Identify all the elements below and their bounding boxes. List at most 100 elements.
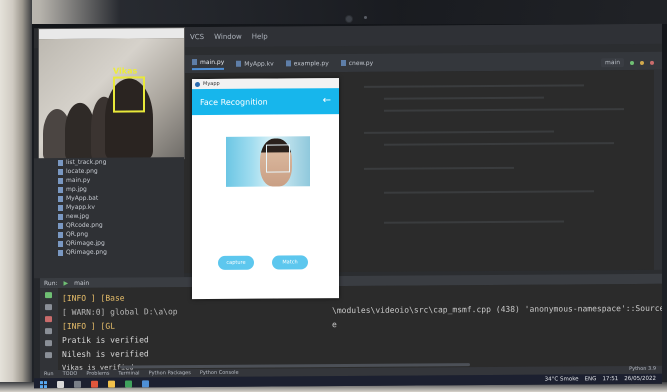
- tab-label: cnew.py: [348, 59, 374, 67]
- image-file-icon: [58, 168, 63, 175]
- tab-main-py[interactable]: main.py: [192, 58, 225, 70]
- file-name: QRimage.jpg: [66, 239, 105, 247]
- code-line: [364, 130, 554, 134]
- run-config-name[interactable]: main: [74, 279, 89, 286]
- capture-button[interactable]: capture: [218, 255, 254, 270]
- toolwindow-python-console[interactable]: Python Console: [200, 370, 239, 376]
- camera-preview-window: Vikas: [38, 27, 185, 161]
- room-background: [0, 0, 32, 392]
- kv-file-icon: [58, 204, 63, 211]
- console-line: [INFO ] [GL: [62, 321, 115, 331]
- file-name: new.jpg: [66, 212, 90, 220]
- file-name: QRimage.png: [66, 248, 107, 256]
- face-detection-box: [113, 76, 145, 113]
- file-name: mp.jpg: [66, 185, 87, 193]
- debug-icon[interactable]: [640, 60, 644, 65]
- task-view-icon[interactable]: [74, 380, 81, 388]
- trash-icon[interactable]: [45, 352, 52, 359]
- weather-widget[interactable]: 34°C Smoke: [545, 376, 579, 382]
- run-config-selector[interactable]: main: [601, 58, 624, 68]
- kv-file-icon: [236, 60, 242, 67]
- console-line: Pratik is verified: [62, 335, 149, 345]
- bezel-glare: [0, 0, 667, 24]
- menu-item-window[interactable]: Window: [214, 33, 242, 41]
- page-title: Face Recognition: [200, 97, 268, 107]
- code-line: [384, 142, 614, 146]
- code-line: [384, 96, 544, 100]
- tab-label: main.py: [200, 58, 225, 66]
- app-icon[interactable]: [142, 379, 149, 387]
- camera-feed: Vikas: [39, 38, 184, 160]
- code-line: [384, 108, 624, 112]
- wrench-icon[interactable]: [45, 304, 52, 311]
- run-icon[interactable]: [630, 60, 634, 65]
- python-interpreter-status[interactable]: Python 3.9: [629, 366, 656, 372]
- scroll-end-icon[interactable]: [45, 328, 52, 335]
- python-file-icon: [340, 60, 346, 67]
- project-panel: list_track.png locate.png main.py mp.jpg…: [34, 157, 184, 279]
- tab-example-py[interactable]: example.py: [285, 59, 329, 67]
- file-name: QR.png: [66, 230, 89, 238]
- pycharm-icon[interactable]: [125, 380, 132, 388]
- console-line: [ WARN:0] global D:\a\op: [62, 307, 178, 317]
- code-line: [364, 84, 584, 88]
- detected-face-label: Vikas: [113, 66, 138, 76]
- clock-date[interactable]: 26/05/2022: [624, 376, 656, 382]
- code-line: [384, 190, 594, 194]
- python-file-icon: [192, 59, 197, 66]
- toolwindow-python-packages[interactable]: Python Packages: [149, 370, 191, 376]
- console-line: Nilesh is verified: [62, 349, 149, 359]
- ide-run-toolbar: main: [601, 58, 654, 68]
- file-explorer-icon[interactable]: [108, 380, 115, 388]
- browser-icon[interactable]: [91, 380, 98, 388]
- app-header: Face Recognition ←: [192, 88, 339, 116]
- editor-scrollbar[interactable]: [654, 69, 662, 270]
- webcam-lens: [346, 16, 352, 22]
- image-file-icon: [58, 222, 63, 229]
- windows-start-icon[interactable]: [40, 380, 47, 388]
- clock-time[interactable]: 17:51: [602, 376, 618, 382]
- toolwindow-problems[interactable]: Problems: [86, 371, 109, 377]
- system-tray: 34°C Smoke ENG 17:51 26/05/2022: [545, 376, 656, 383]
- match-button[interactable]: Match: [272, 255, 308, 270]
- back-arrow-icon[interactable]: ←: [323, 95, 331, 106]
- python-file-icon: [58, 177, 63, 184]
- image-file-icon: [58, 240, 63, 247]
- language-indicator[interactable]: ENG: [585, 376, 597, 382]
- run-label: Run:: [44, 279, 58, 287]
- file-name: Myapp.kv: [66, 203, 95, 211]
- menu-item-help[interactable]: Help: [252, 33, 268, 41]
- search-icon[interactable]: [57, 380, 64, 388]
- face-recognition-app-window: Myapp Face Recognition ← capture Match: [192, 78, 339, 300]
- project-file[interactable]: QRimage.png: [34, 247, 184, 257]
- captured-face-image: [226, 136, 310, 187]
- menu-item-vcs[interactable]: VCS: [190, 33, 204, 41]
- tab-label: MyApp.kv: [244, 60, 274, 68]
- code-line: [384, 220, 564, 224]
- file-name: MyApp.bat: [66, 194, 99, 202]
- image-file-icon: [58, 186, 63, 193]
- tab-cnew-py[interactable]: cnew.py: [340, 59, 374, 67]
- file-name: main.py: [66, 176, 91, 184]
- image-file-icon: [58, 231, 63, 238]
- print-icon[interactable]: [45, 340, 52, 347]
- ide-menubar: VCS Window Help: [184, 23, 662, 48]
- tab-myapp-kv[interactable]: MyApp.kv: [236, 60, 274, 68]
- rerun-icon[interactable]: [45, 292, 52, 299]
- stop-icon[interactable]: [45, 316, 52, 323]
- run-console[interactable]: [INFO ] [Base [ WARN:0] global D:\a\op \…: [40, 283, 662, 372]
- console-line-tail: \modules\videoio\src\cap_msmf.cpp (438) …: [332, 303, 662, 316]
- toolwindow-terminal[interactable]: Terminal: [118, 370, 139, 376]
- toolwindow-todo[interactable]: TODO: [63, 371, 78, 377]
- laptop-screen: VCS Window Help main.py MyApp.kv example…: [34, 23, 662, 389]
- image-file-icon: [58, 249, 63, 256]
- stop-icon[interactable]: [650, 60, 654, 65]
- toolwindow-run[interactable]: Run: [44, 371, 54, 377]
- webcam-led: [364, 16, 367, 19]
- file-name: locate.png: [66, 167, 98, 175]
- run-config-icon: ▶: [63, 279, 69, 287]
- tab-label: example.py: [293, 59, 329, 67]
- image-file-icon: [58, 159, 63, 166]
- console-toolbar: [40, 288, 58, 371]
- image-file-icon: [58, 213, 63, 220]
